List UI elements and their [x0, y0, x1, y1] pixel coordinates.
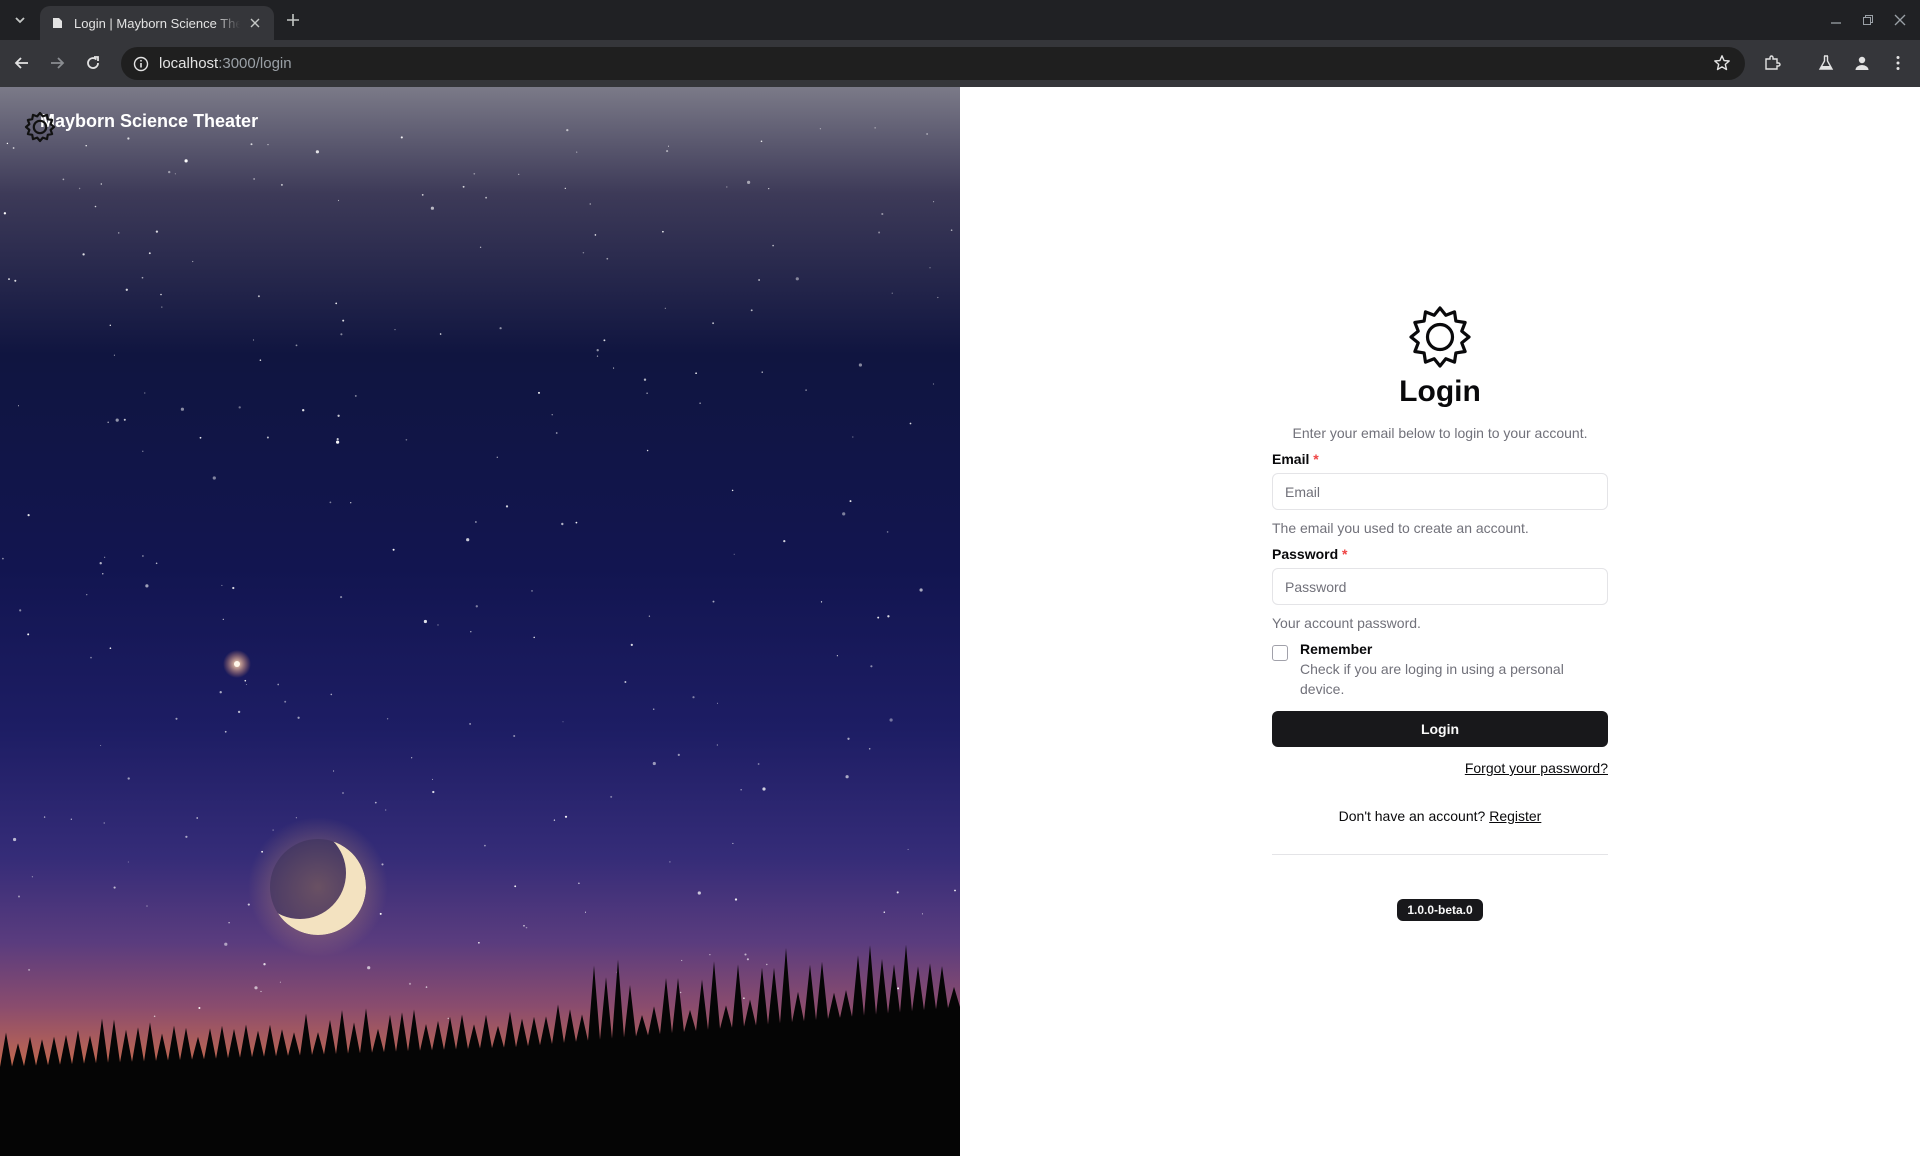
brand: Mayborn Science Theater [24, 111, 259, 143]
email-hint: The email you used to create an account. [1272, 520, 1529, 536]
password-input[interactable] [1272, 568, 1608, 605]
login-title: Login [1399, 375, 1481, 408]
forward-arrow-icon[interactable] [45, 51, 69, 75]
login-subtitle: Enter your email below to login to your … [1292, 425, 1588, 441]
page-content: Mayborn Science Theater Login Enter your… [0, 87, 1920, 1156]
tab-close-icon[interactable] [246, 14, 264, 32]
new-tab-plus-icon[interactable] [282, 9, 304, 31]
sun-gear-logo-icon [1409, 306, 1471, 368]
required-marker: * [1342, 546, 1348, 562]
brand-name: Mayborn Science Theater [40, 111, 259, 131]
labs-flask-icon[interactable] [1814, 51, 1838, 75]
forgot-password-link[interactable]: Forgot your password? [1465, 760, 1608, 776]
browser-menu-kebab-icon[interactable] [1886, 51, 1910, 75]
hero-night-sky-image: Mayborn Science Theater [0, 87, 960, 1156]
restore-icon[interactable] [1858, 10, 1878, 30]
close-window-icon[interactable] [1890, 10, 1910, 30]
minimize-icon[interactable] [1826, 10, 1846, 30]
sun-gear-logo-icon [24, 111, 56, 143]
password-hint: Your account password. [1272, 615, 1421, 631]
password-label: Password * [1272, 546, 1348, 562]
address-bar[interactable]: localhost:3000/login [121, 47, 1745, 80]
browser-tab-active[interactable]: Login | Mayborn Science Theater [40, 6, 274, 40]
remember-checkbox[interactable] [1272, 645, 1288, 661]
site-info-icon[interactable] [133, 56, 149, 72]
login-submit-button[interactable]: Login [1272, 711, 1608, 747]
extensions-puzzle-icon[interactable] [1760, 51, 1784, 75]
browser-toolbar: localhost:3000/login [0, 40, 1920, 87]
reload-icon[interactable] [81, 51, 105, 75]
browser-tab-bar: Login | Mayborn Science Theater [0, 0, 1920, 40]
required-marker: * [1313, 451, 1319, 467]
favicon-icon [53, 18, 62, 28]
back-arrow-icon[interactable] [10, 51, 34, 75]
login-form: Login Enter your email below to login to… [1272, 305, 1608, 921]
login-logo [1272, 305, 1608, 369]
remember-description: Check if you are loging in using a perso… [1300, 661, 1564, 697]
version-badge: 1.0.0-beta.0 [1397, 899, 1483, 921]
email-label: Email * [1272, 451, 1319, 467]
login-panel: Login Enter your email below to login to… [960, 87, 1920, 1156]
remember-row: Remember Check if you are loging in usin… [1272, 641, 1608, 699]
night-sky-illustration [0, 127, 960, 1156]
url-text: localhost:3000/login [159, 55, 292, 72]
bookmark-star-icon[interactable] [1710, 51, 1734, 75]
tab-search-chevron-icon[interactable] [8, 8, 32, 32]
tab-title: Login | Mayborn Science Theater [74, 15, 240, 31]
email-input[interactable] [1272, 473, 1608, 510]
remember-label[interactable]: Remember [1300, 641, 1608, 657]
profile-avatar-icon[interactable] [1850, 51, 1874, 75]
register-prompt: Don't have an account? Register [1338, 808, 1542, 824]
register-link[interactable]: Register [1489, 808, 1541, 824]
divider [1272, 854, 1608, 855]
